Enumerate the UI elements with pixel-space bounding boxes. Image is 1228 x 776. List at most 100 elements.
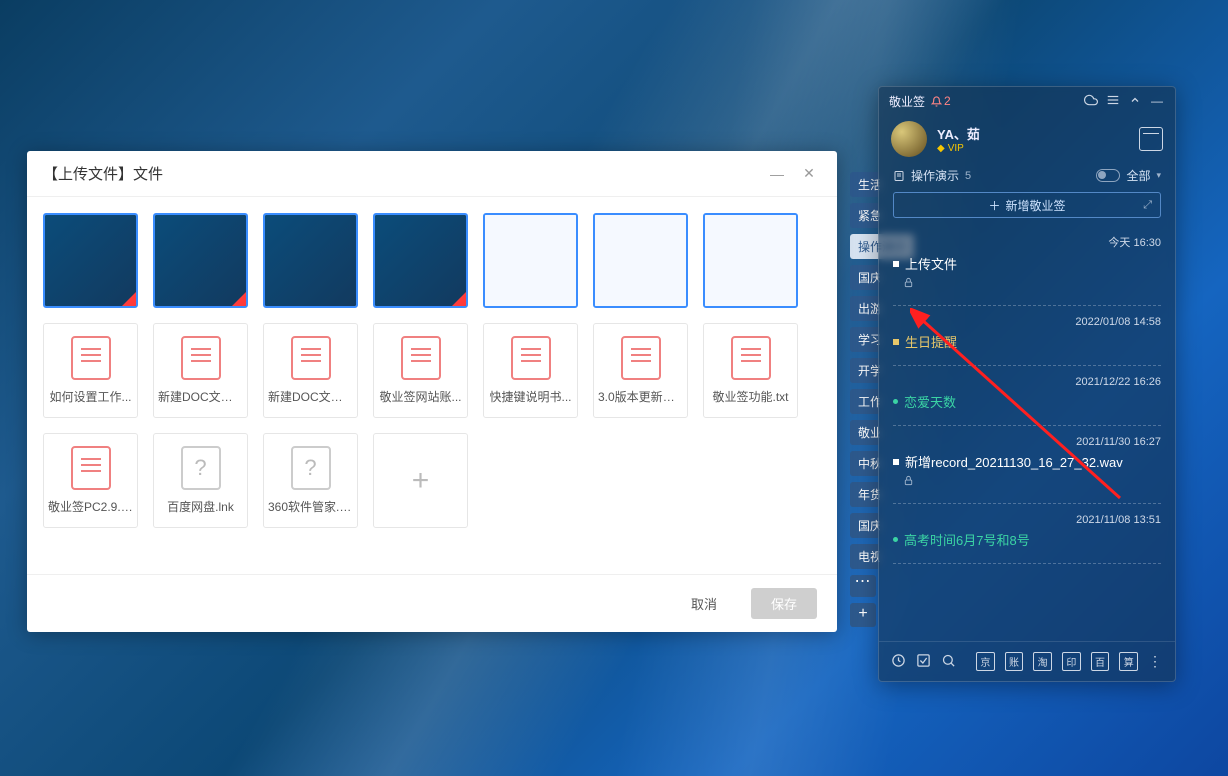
file-thumbnail[interactable]: 敬业签功能.txt — [703, 323, 798, 418]
search-icon[interactable] — [941, 653, 956, 671]
shortcut-icon[interactable]: 算 — [1119, 652, 1138, 671]
panel-footer: 京 账 淘 印 百 算 ⋮ — [879, 641, 1175, 681]
category-tab[interactable]: 生活 — [850, 172, 880, 197]
section-count: 5 — [965, 170, 971, 182]
image-thumbnail[interactable] — [593, 213, 688, 308]
chevron-down-icon: ▾ — [1156, 170, 1161, 181]
file-thumbnail[interactable]: 如何设置工作... — [43, 323, 138, 418]
note-item[interactable]: 今天 16:30 上传文件 — [893, 224, 1161, 306]
category-tab[interactable]: 国庆 — [850, 265, 880, 290]
cancel-button[interactable]: 取消 — [671, 588, 737, 619]
section-title: 操作演示 — [911, 167, 959, 184]
close-button[interactable]: ✕ — [793, 158, 825, 190]
minimize-button[interactable]: — — [761, 158, 793, 190]
lock-icon — [893, 277, 1161, 291]
shortcut-icon[interactable]: 淘 — [1033, 652, 1052, 671]
category-tab[interactable]: 开学 — [850, 358, 880, 383]
note-item[interactable]: 2021/12/22 16:26 恋爱天数 — [893, 366, 1161, 426]
file-name: 360软件管家.lnk — [268, 498, 353, 515]
more-icon[interactable]: ⋮ — [1148, 653, 1163, 670]
category-tab[interactable]: 电视 — [850, 544, 880, 569]
file-thumbnail[interactable]: ?百度网盘.lnk — [153, 433, 248, 528]
upload-dialog: 【上传文件】文件 — ✕ 如何设置工作... 新建DOC文档(... 新建DOC… — [27, 151, 837, 632]
file-name: 敬业签功能.txt — [712, 388, 788, 405]
document-icon — [511, 336, 551, 380]
shortcut-icon[interactable]: 百 — [1091, 652, 1110, 671]
unknown-file-icon: ? — [291, 446, 331, 490]
cloud-sync-icon[interactable] — [1083, 93, 1099, 110]
note-item[interactable]: 2021/11/08 13:51 高考时间6月7号和8号 — [893, 504, 1161, 564]
category-tab[interactable]: 国庆 — [850, 513, 880, 538]
shortcut-icon[interactable]: 京 — [976, 652, 995, 671]
avatar[interactable] — [891, 121, 927, 157]
category-tab[interactable]: 中秋 — [850, 451, 880, 476]
note-title: 上传文件 — [893, 254, 1161, 273]
category-tab[interactable]: 学习 — [850, 327, 880, 352]
plus-icon: + — [412, 464, 430, 498]
note-title: 新增record_20211130_16_27_32.wav — [893, 452, 1161, 471]
file-name: 快捷键说明书... — [489, 388, 571, 405]
document-icon — [181, 336, 221, 380]
note-timestamp: 2022/01/08 14:58 — [893, 316, 1161, 328]
note-timestamp: 2021/11/30 16:27 — [893, 436, 1161, 448]
shortcut-icon[interactable]: 账 — [1005, 652, 1024, 671]
file-thumbnail[interactable]: 快捷键说明书... — [483, 323, 578, 418]
category-add-button[interactable]: + — [850, 603, 876, 627]
file-thumbnail[interactable]: 新建DOC文档(... — [153, 323, 248, 418]
note-item[interactable]: 2022/01/08 14:58 生日提醒 — [893, 306, 1161, 366]
save-button[interactable]: 保存 — [751, 588, 817, 619]
document-icon — [71, 336, 111, 380]
filter-dropdown[interactable]: 全部 — [1126, 167, 1150, 184]
image-thumbnail[interactable] — [43, 213, 138, 308]
file-thumbnail[interactable]: ? 360软件管家.lnk — [263, 433, 358, 528]
collapse-up-icon[interactable] — [1127, 94, 1143, 109]
image-thumbnail[interactable] — [153, 213, 248, 308]
user-name: YA、茹 — [937, 124, 980, 143]
note-item[interactable]: 2021/11/30 16:27 新增record_20211130_16_27… — [893, 426, 1161, 504]
add-file-button[interactable]: + — [373, 433, 468, 528]
file-thumbnail[interactable]: 3.0版本更新会... — [593, 323, 688, 418]
toggle-switch[interactable] — [1096, 169, 1120, 182]
add-note-input[interactable]: ＋ 新增敬业签 ⤢ — [893, 192, 1161, 218]
category-tab[interactable]: 工作 — [850, 389, 880, 414]
file-name: 3.0版本更新会... — [598, 388, 683, 405]
file-name: 新建DOC文档(... — [158, 388, 243, 405]
notification-count: 2 — [944, 94, 951, 108]
file-name: 敬业签PC2.9.0... — [48, 498, 133, 515]
file-thumbnail[interactable]: 新建DOC文档(... — [263, 323, 358, 418]
category-tab[interactable]: 紧急 — [850, 203, 880, 228]
file-name: 新建DOC文档(... — [268, 388, 353, 405]
note-timestamp: 2021/12/22 16:26 — [893, 376, 1161, 388]
section-header: 操作演示 5 全部 ▾ — [879, 163, 1175, 192]
sticky-notes-panel: 敬业签 2 — YA、茹 VIP 操作演示 5 全部 ▾ ＋ — [878, 86, 1176, 682]
dialog-header: 【上传文件】文件 — ✕ — [27, 151, 837, 197]
lock-icon — [893, 475, 1161, 489]
image-thumbnail[interactable] — [703, 213, 798, 308]
note-title: 恋爱天数 — [893, 392, 1161, 411]
menu-icon[interactable] — [1105, 93, 1121, 110]
thumbnail-grid: 如何设置工作... 新建DOC文档(... 新建DOC文档(... 敬业签网站账… — [27, 197, 837, 574]
image-thumbnail[interactable] — [483, 213, 578, 308]
document-icon — [71, 446, 111, 490]
category-tab[interactable]: 出游 — [850, 296, 880, 321]
checkbox-icon[interactable] — [916, 653, 931, 671]
notes-icon — [893, 170, 905, 182]
clock-icon[interactable] — [891, 653, 906, 671]
file-thumbnail[interactable]: 敬业签PC2.9.0... — [43, 433, 138, 528]
category-tab[interactable]: 年货 — [850, 482, 880, 507]
image-thumbnail[interactable] — [373, 213, 468, 308]
file-name: 百度网盘.lnk — [167, 498, 234, 515]
minimize-icon[interactable]: — — [1149, 94, 1165, 108]
shortcut-icon[interactable]: 印 — [1062, 652, 1081, 671]
note-list: 今天 16:30 上传文件 2022/01/08 14:58 生日提醒 2021… — [879, 218, 1175, 641]
note-timestamp: 2021/11/08 13:51 — [893, 514, 1161, 526]
document-icon — [731, 336, 771, 380]
category-more-button[interactable]: ⋯ — [850, 575, 876, 597]
bell-icon[interactable]: 2 — [931, 94, 951, 108]
expand-icon[interactable]: ⤢ — [1143, 199, 1152, 212]
calendar-icon[interactable] — [1139, 127, 1163, 151]
image-thumbnail[interactable] — [263, 213, 358, 308]
panel-titlebar: 敬业签 2 — — [879, 87, 1175, 115]
category-tab[interactable]: 敬业 — [850, 420, 880, 445]
file-thumbnail[interactable]: 敬业签网站账... — [373, 323, 468, 418]
